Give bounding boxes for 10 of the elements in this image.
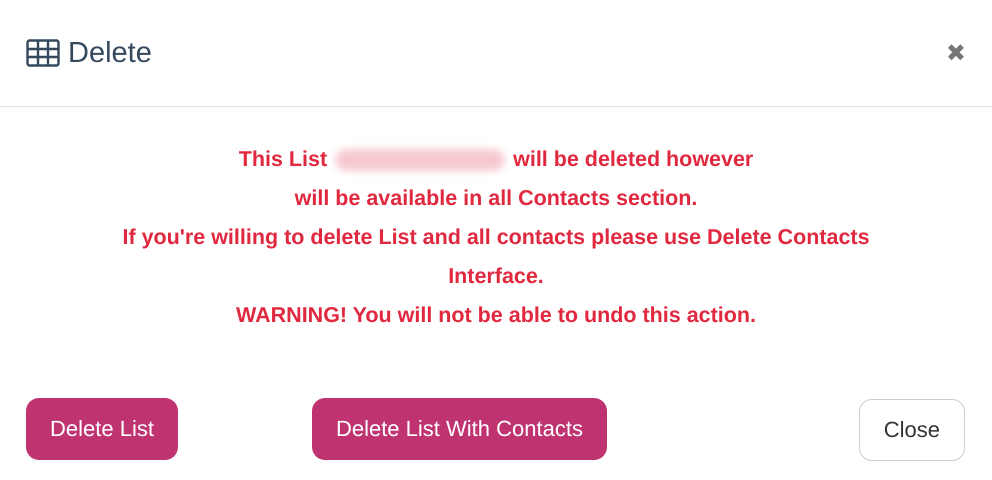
close-button[interactable]: Close	[858, 399, 965, 461]
delete-button[interactable]: Delete List	[26, 398, 178, 460]
dialog-title: Delete	[68, 36, 152, 70]
message-text: If you're willing to delete List and all contacts please use Delete Contacts Interface.	[121, 224, 871, 290]
table-icon	[26, 39, 60, 67]
message-text: will be available in all Contacts section.	[294, 185, 698, 212]
delete-button[interactable]: Delete List With Contacts	[312, 398, 607, 460]
message-text: This List	[238, 146, 328, 173]
message-text: will be deleted however	[513, 146, 754, 173]
message-text: WARNING! You will not be able to undo this action.	[236, 302, 756, 329]
